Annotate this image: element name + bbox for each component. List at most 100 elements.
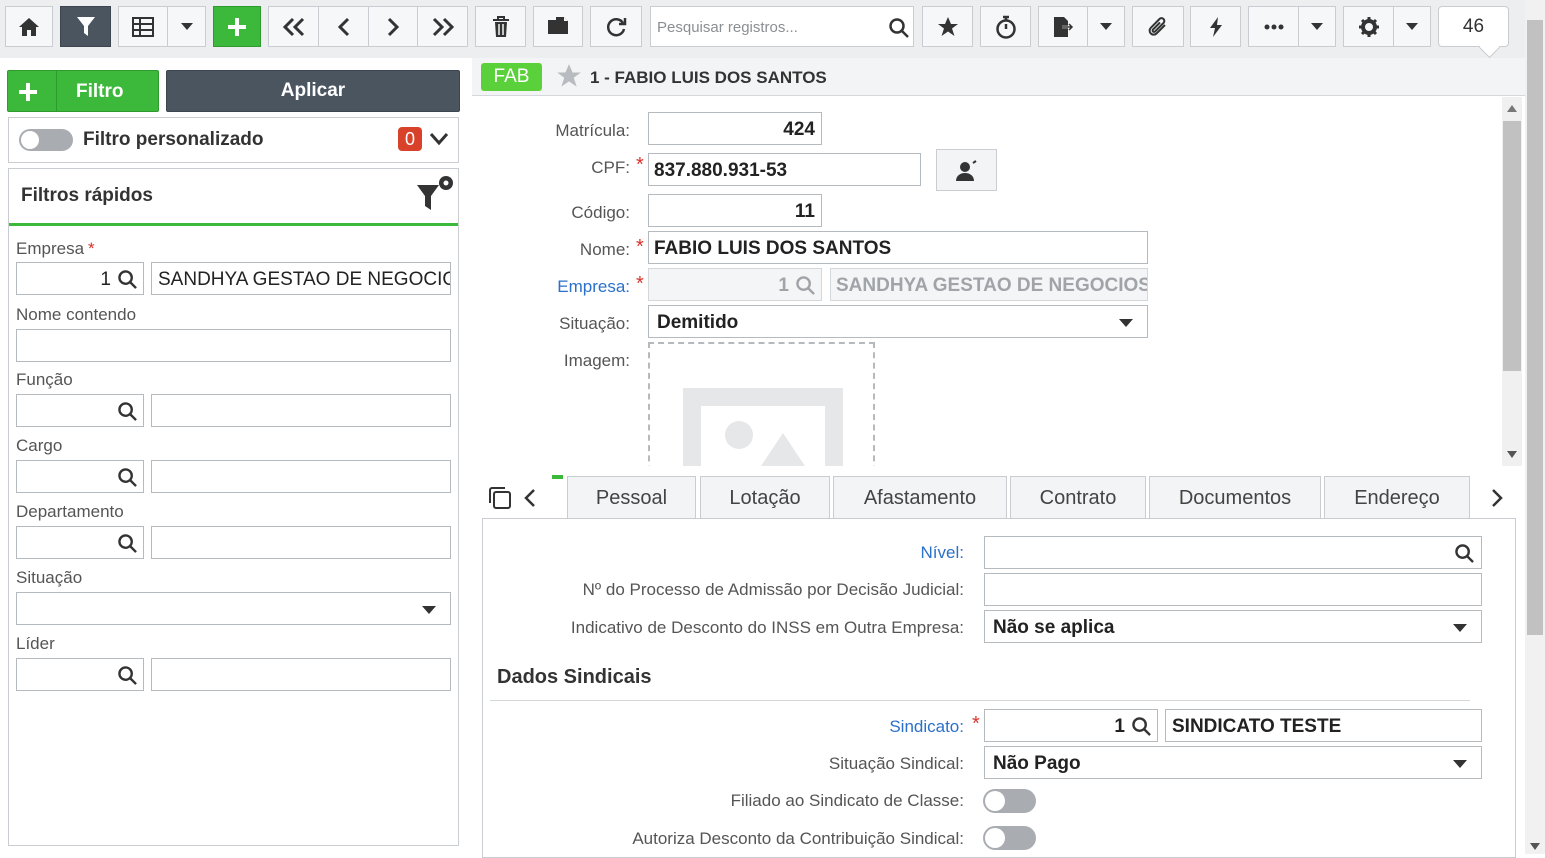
codigo-label: Código:: [571, 203, 630, 222]
custom-filter-toggle[interactable]: [19, 129, 73, 151]
stopwatch-icon: [995, 15, 1016, 39]
matricula-input[interactable]: 424: [648, 112, 822, 145]
filter-empresa-name-input[interactable]: SANDHYA GESTAO DE NEGOCIOS: [151, 262, 451, 295]
last-record-button[interactable]: [417, 6, 468, 47]
search-icon[interactable]: [118, 270, 137, 289]
page-scrollbar-thumb[interactable]: [1527, 20, 1543, 635]
search-icon[interactable]: [118, 468, 137, 487]
cpf-lookup-button[interactable]: [936, 149, 997, 191]
tab-pessoal[interactable]: Pessoal: [567, 476, 696, 519]
search-icon[interactable]: [118, 534, 137, 553]
record-badge: FAB: [481, 63, 542, 91]
image-upload-area[interactable]: [648, 342, 875, 466]
image-placeholder-icon: [683, 388, 843, 466]
sindicato-name-input[interactable]: SINDICATO TESTE: [1165, 709, 1482, 742]
filter-departamento-code-input[interactable]: [16, 526, 144, 559]
tabs-scroll-right-icon[interactable]: [1489, 488, 1505, 508]
nivel-label[interactable]: Nível:: [921, 543, 964, 563]
filter-empresa-code-input[interactable]: 1: [16, 262, 144, 295]
cpf-input[interactable]: 837.880.931-53: [648, 153, 921, 186]
tab-contrato[interactable]: Contrato: [1010, 476, 1146, 519]
empresa-label[interactable]: Empresa:: [557, 277, 630, 297]
form-scrollbar-thumb[interactable]: [1503, 121, 1521, 371]
filter-lider-code-input[interactable]: [16, 658, 144, 691]
chevron-down-icon[interactable]: [429, 132, 449, 146]
filter-lider-name-input[interactable]: [151, 658, 451, 691]
custom-filter-count-badge: 0: [398, 127, 422, 151]
next-record-button[interactable]: [368, 6, 418, 47]
star-icon: [937, 16, 958, 36]
filter-situacao-select[interactable]: [16, 592, 451, 625]
actions-button[interactable]: [1190, 6, 1241, 47]
filter-settings-icon[interactable]: [413, 173, 455, 215]
view-mode-dropdown[interactable]: [167, 6, 206, 47]
ellipsis-icon: [1264, 24, 1283, 29]
autoriza-toggle[interactable]: [983, 826, 1036, 850]
tab-lotacao[interactable]: Lotação: [700, 476, 830, 519]
tab-afastamento[interactable]: Afastamento: [833, 476, 1007, 519]
record-count-badge: 46: [1438, 6, 1509, 47]
search-icon[interactable]: [118, 666, 137, 685]
filter-funcao-name-input[interactable]: [151, 394, 451, 427]
tab-endereco[interactable]: Endereço: [1324, 476, 1470, 519]
scroll-up-icon[interactable]: [1507, 105, 1517, 112]
attachments-button[interactable]: [1132, 6, 1184, 47]
nivel-input[interactable]: [984, 536, 1482, 569]
situacao-sindical-select[interactable]: Não Pago: [984, 746, 1482, 779]
home-button[interactable]: [5, 6, 53, 47]
filter-icon: [76, 16, 95, 36]
timer-button[interactable]: [980, 6, 1031, 47]
apply-button[interactable]: Aplicar: [166, 70, 460, 112]
more-button[interactable]: [1248, 6, 1299, 47]
search-icon[interactable]: [1455, 544, 1474, 563]
settings-button[interactable]: [1343, 6, 1394, 47]
view-mode-button[interactable]: [118, 6, 168, 47]
tab-documentos[interactable]: Documentos: [1149, 476, 1321, 519]
caret-down-icon: [180, 22, 193, 30]
page-scrollbar[interactable]: [1525, 0, 1545, 854]
filter-cargo-code-input[interactable]: [16, 460, 144, 493]
duplicate-button[interactable]: [533, 6, 583, 47]
first-record-button[interactable]: [268, 6, 319, 47]
export-dropdown[interactable]: [1087, 6, 1125, 47]
scroll-down-icon[interactable]: [1507, 451, 1517, 458]
table-icon: [132, 16, 154, 37]
filter-funcao-code-input[interactable]: [16, 394, 144, 427]
filter-toggle-button[interactable]: [60, 6, 111, 47]
gear-icon: [1358, 16, 1379, 37]
filter-cargo-name-input[interactable]: [151, 460, 451, 493]
form-scrollbar[interactable]: [1502, 97, 1522, 466]
codigo-input[interactable]: 11: [648, 194, 822, 227]
add-record-button[interactable]: [213, 6, 261, 47]
previous-record-button[interactable]: [318, 6, 369, 47]
search-icon[interactable]: [1132, 717, 1151, 736]
autoriza-label: Autoriza Desconto da Contribuição Sindic…: [632, 829, 964, 848]
search-icon[interactable]: [889, 18, 909, 38]
favorite-button[interactable]: [922, 6, 973, 47]
sindicato-label[interactable]: Sindicato:: [889, 717, 964, 737]
scroll-down-icon[interactable]: [1530, 843, 1540, 850]
filiado-toggle[interactable]: [983, 789, 1036, 813]
inss-select[interactable]: Não se aplica: [984, 610, 1482, 643]
search-icon[interactable]: [118, 402, 137, 421]
search-input[interactable]: [657, 17, 877, 37]
delete-button[interactable]: [475, 6, 526, 47]
sindicato-code-input[interactable]: 1: [984, 709, 1158, 742]
favorite-star-icon[interactable]: [556, 63, 582, 89]
required-marker: *: [636, 273, 644, 295]
processo-input[interactable]: [984, 573, 1482, 606]
custom-filter-label: Filtro personalizado: [83, 129, 264, 150]
more-dropdown[interactable]: [1298, 6, 1336, 47]
add-filter-button[interactable]: Filtro: [7, 70, 159, 112]
copy-icon[interactable]: [487, 485, 513, 511]
tabs-scroll-left-icon[interactable]: [522, 488, 538, 508]
filter-departamento-name-input[interactable]: [151, 526, 451, 559]
refresh-button[interactable]: [590, 6, 642, 47]
filter-nome-input[interactable]: [16, 329, 451, 362]
nome-input[interactable]: FABIO LUIS DOS SANTOS: [648, 231, 1148, 264]
filter-lider-label: Líder: [16, 634, 55, 653]
empresa-code-input: 1: [648, 268, 822, 301]
situacao-select[interactable]: Demitido: [648, 305, 1148, 338]
settings-dropdown[interactable]: [1393, 6, 1431, 47]
export-button[interactable]: [1038, 6, 1088, 47]
